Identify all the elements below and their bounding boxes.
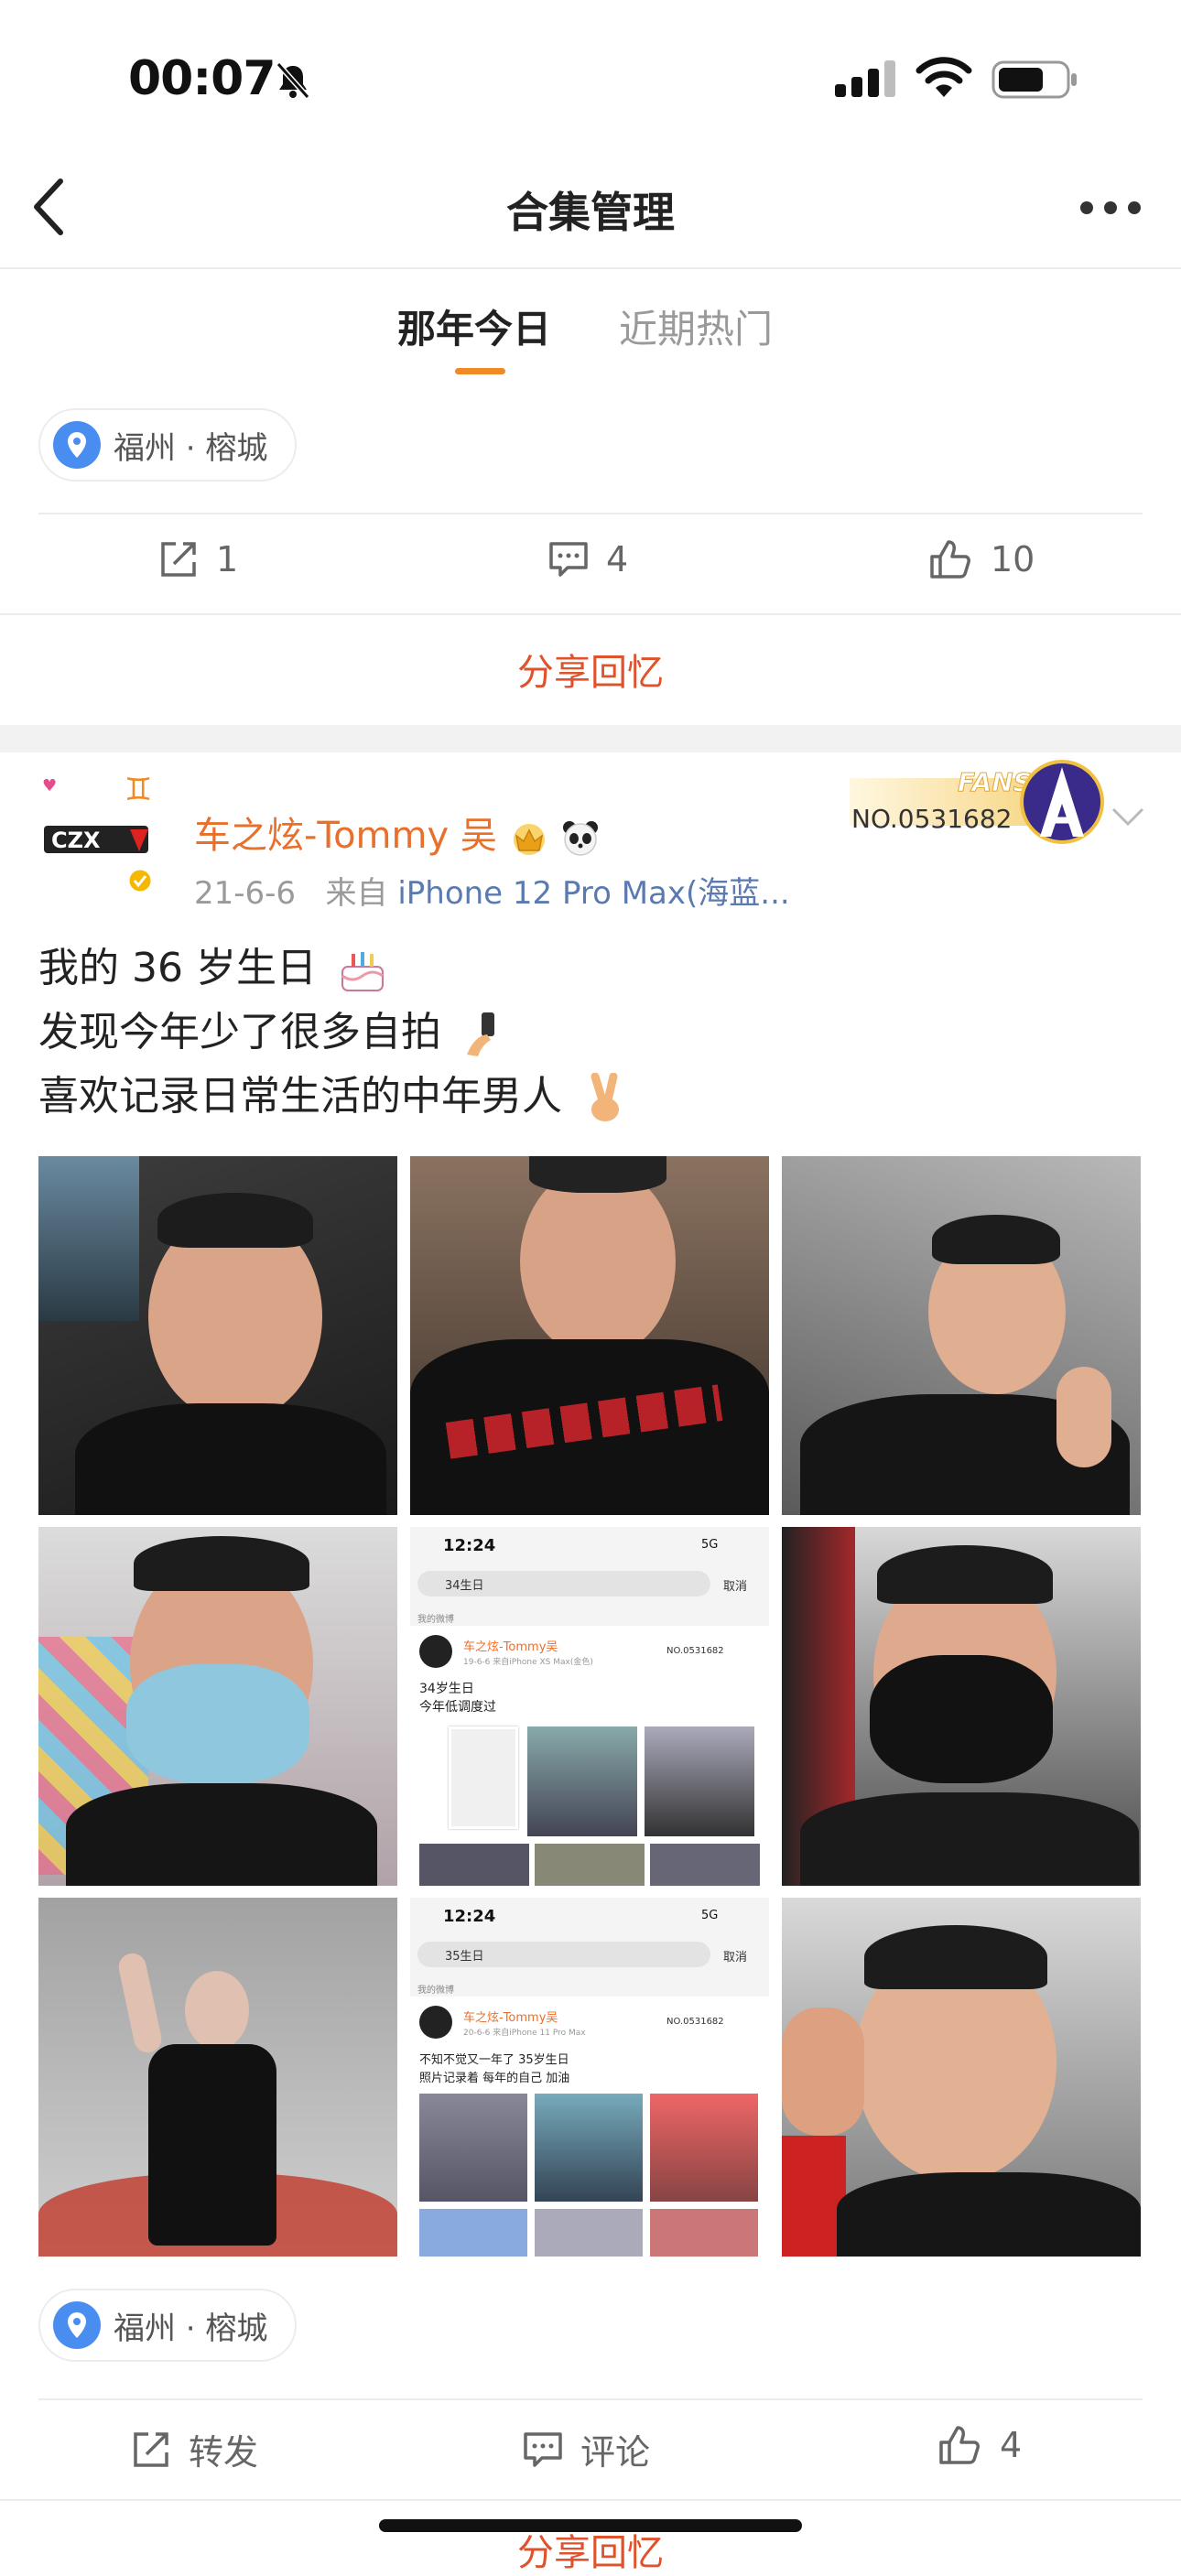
post-device[interactable]: iPhone 12 Pro Max(海蓝...	[397, 875, 789, 912]
screenshot-b-text1: 不知不觉又一年了 35岁生日	[419, 2053, 569, 2067]
repost-icon	[134, 2431, 168, 2467]
post-photo-9[interactable]	[782, 1898, 1141, 2257]
battery-icon	[991, 60, 1077, 99]
screenshot-a-user: 车之炫-Tommy吴	[463, 1640, 558, 1654]
post-date: 21-6-6	[194, 875, 297, 912]
post-photo-8-screenshot[interactable]: 12:24 5G 35生日 取消 我的微博 车之炫-Tommy吴 20-6-6 …	[410, 1898, 769, 2257]
screenshot-b-fans: NO.0531682	[666, 2017, 724, 2027]
screenshot-a-meta: 19-6-6 来自iPhone XS Max(金色)	[463, 1658, 593, 1667]
screenshot-a-text1: 34岁生日	[419, 1682, 474, 1696]
post-source-prefix: 来自	[325, 875, 388, 912]
location-pin-icon	[53, 421, 101, 469]
active-tab-indicator	[455, 368, 505, 374]
post-photo-4[interactable]	[38, 1527, 397, 1886]
like-button[interactable]: 10	[928, 538, 1035, 580]
screenshot-a-searchbar: 34生日	[417, 1571, 710, 1596]
more-options-icon[interactable]	[1078, 200, 1143, 216]
fans-badge[interactable]: FANS NO.0531682	[840, 756, 1106, 848]
repost-count: 1	[216, 539, 239, 579]
screenshot-a-time: 12:24	[443, 1536, 496, 1555]
post-photo-7[interactable]	[38, 1898, 397, 2257]
post2-action-divider	[0, 2499, 1181, 2501]
selfie-icon	[467, 1012, 494, 1056]
username-text: 车之炫-Tommy 吴	[194, 815, 497, 857]
screenshot-b-cancel: 取消	[723, 1951, 748, 1964]
post-photo-2[interactable]	[410, 1156, 769, 1515]
repost-button-2[interactable]: 转发	[130, 2424, 258, 2474]
nav-divider	[0, 267, 1181, 269]
screenshot-a-fans: NO.0531682	[666, 1646, 724, 1656]
silent-bell-icon	[276, 62, 310, 99]
screenshot-a-search-text: 34生日	[445, 1579, 484, 1593]
cellular-signal-icon	[835, 60, 895, 97]
screenshot-b-searchbar: 35生日	[417, 1942, 710, 1967]
page-title: 合集管理	[506, 188, 675, 237]
post-meta: 21-6-6 来自 iPhone 12 Pro Max(海蓝...	[194, 868, 790, 913]
screenshot-b-text2: 照片记录着 每年的自己 加油	[419, 2072, 570, 2085]
thumbs-up-icon	[939, 2426, 980, 2464]
svg-text:♊: ♊	[125, 772, 152, 808]
screenshot-b-search-text: 35生日	[445, 1950, 484, 1964]
svg-text:CZX: CZX	[51, 828, 101, 853]
birthday-cake-icon	[341, 952, 384, 991]
post2-divider	[38, 2398, 1143, 2400]
post1-action-divider	[0, 613, 1181, 615]
home-indicator	[379, 2519, 802, 2532]
post-text-line-2: 发现今年少了很多自拍	[38, 1001, 505, 1064]
like-count-2: 4	[1000, 2425, 1023, 2465]
svg-text:FANS: FANS	[958, 767, 1032, 797]
comment-icon	[549, 542, 588, 577]
comment-icon	[524, 2431, 562, 2467]
location-chip[interactable]: 福州 · 榕城	[38, 408, 298, 482]
post-username[interactable]: 车之炫-Tommy 吴	[194, 806, 601, 859]
crown-badge-icon	[513, 824, 545, 855]
comment-button[interactable]: 4	[547, 538, 628, 580]
avatar[interactable]: ♥ ♊ CZX	[35, 767, 161, 893]
screenshot-a-cancel: 取消	[723, 1580, 748, 1594]
location-label: 福州 · 榕城	[114, 429, 268, 467]
svg-text:♥: ♥	[42, 776, 57, 796]
repost-icon	[161, 542, 196, 577]
post-photo-3[interactable]	[782, 1156, 1141, 1515]
screenshot-a-text2: 今年低调度过	[419, 1700, 496, 1715]
location-chip-2[interactable]: 福州 · 榕城	[38, 2289, 298, 2362]
share-memory-button[interactable]: 分享回忆	[0, 643, 1181, 696]
comment-count: 4	[606, 539, 629, 579]
post-text-line-3: 喜欢记录日常生活的中年男人	[38, 1066, 628, 1128]
post-separator	[0, 725, 1181, 752]
screenshot-b-time: 12:24	[443, 1907, 496, 1926]
thumbs-up-icon	[930, 540, 970, 579]
tab-recent-hot[interactable]: 近期热门	[619, 298, 773, 354]
post1-divider	[38, 513, 1143, 514]
screenshot-a-section: 我的微博	[417, 1615, 454, 1625]
post-photo-5-screenshot[interactable]: 12:24 5G 34生日 取消 我的微博 车之炫-Tommy吴 19-6-6 …	[410, 1527, 769, 1886]
location-label: 福州 · 榕城	[114, 2310, 268, 2347]
svg-text:NO.0531682: NO.0531682	[851, 804, 1012, 834]
like-count: 10	[991, 539, 1035, 579]
repost-label: 转发	[189, 2432, 259, 2473]
panda-icon	[563, 821, 599, 856]
wifi-icon	[916, 57, 972, 97]
status-time: 00:07	[128, 51, 276, 106]
chevron-down-icon[interactable]	[1110, 806, 1146, 829]
screenshot-b-network: 5G	[701, 1909, 719, 1922]
screenshot-b-section: 我的微博	[417, 1986, 454, 1996]
post-photo-1[interactable]	[38, 1156, 397, 1515]
screenshot-b-meta: 20-6-6 来自iPhone 11 Pro Max	[463, 2029, 586, 2038]
tab-on-this-day[interactable]: 那年今日	[397, 298, 551, 354]
post-text-line-1: 我的 36 岁生日	[38, 937, 388, 1000]
like-button-2[interactable]: 4	[937, 2424, 1022, 2466]
screenshot-b-user: 车之炫-Tommy吴	[463, 2011, 558, 2025]
screenshot-a-network: 5G	[701, 1538, 719, 1552]
location-pin-icon	[53, 2301, 101, 2349]
repost-button[interactable]: 1	[157, 538, 238, 580]
victory-hand-icon	[590, 1073, 619, 1121]
comment-label: 评论	[580, 2432, 651, 2473]
comment-button-2[interactable]: 评论	[522, 2424, 650, 2474]
post-photo-6[interactable]	[782, 1527, 1141, 1886]
